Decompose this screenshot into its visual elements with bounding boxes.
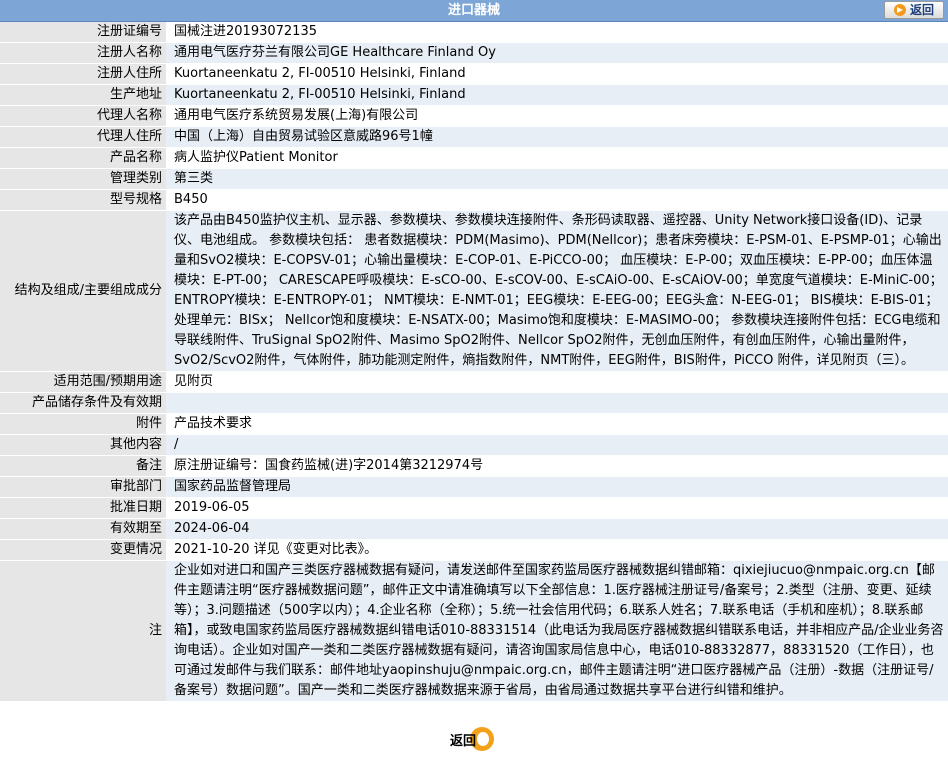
field-label: 代理人住所 xyxy=(0,126,166,148)
field-value: Kuortaneenkatu 2, FI-00510 Helsinki, Fin… xyxy=(166,63,948,85)
table-row: 注企业如对进口和国产三类医疗器械数据有疑问，请发送邮件至国家药监局医疗器械数据纠… xyxy=(0,560,948,702)
field-value: 中国（上海）自由贸易试验区意威路96号1幢 xyxy=(166,126,948,148)
field-value: 企业如对进口和国产三类医疗器械数据有疑问，请发送邮件至国家药监局医疗器械数据纠错… xyxy=(166,560,948,702)
table-row: 变更情况 2021-10-20 详见《变更对比表》。 xyxy=(0,539,948,561)
table-row: 注册证编号 国械注进20193072135 xyxy=(0,22,948,43)
field-label: 注册人名称 xyxy=(0,42,166,64)
field-label: 审批部门 xyxy=(0,476,166,498)
field-value: 2019-06-05 xyxy=(166,497,948,519)
field-label: 生产地址 xyxy=(0,84,166,106)
back-button-label: 返回 xyxy=(909,2,934,17)
table-row: 备注 原注册证编号：国食药监械(进)字2014第3212974号 xyxy=(0,455,948,477)
detail-table: 注册证编号 国械注进20193072135 注册人名称 通用电气医疗芬兰有限公司GE … xyxy=(0,22,948,702)
table-row: 代理人名称 通用电气医疗系统贸易发展(上海)有限公司 xyxy=(0,105,948,127)
field-label: 附件 xyxy=(0,413,166,435)
field-value xyxy=(166,392,948,414)
table-row: 结构及组成/主要组成成分 该产品由B450监护仪主机、显示器、参数模块、参数模块连… xyxy=(0,210,948,372)
field-value: B450 xyxy=(166,189,948,211)
field-value: 病人监护仪Patient Monitor xyxy=(166,147,948,169)
field-value: 产品技术要求 xyxy=(166,413,948,435)
field-value: 国械注进20193072135 xyxy=(166,22,948,43)
field-label: 产品储存条件及有效期 xyxy=(0,392,166,414)
field-label: 有效期至 xyxy=(0,518,166,540)
field-label: 批准日期 xyxy=(0,497,166,519)
field-value: 该产品由B450监护仪主机、显示器、参数模块、参数模块连接附件、条形码读取器、遥… xyxy=(166,210,948,372)
field-label: 其他内容 xyxy=(0,434,166,456)
field-value: 第三类 xyxy=(166,168,948,190)
field-value: 2024-06-04 xyxy=(166,518,948,540)
table-row: 产品储存条件及有效期 xyxy=(0,392,948,414)
table-row: 审批部门 国家药品监督管理局 xyxy=(0,476,948,498)
back-button-top[interactable]: 返回 xyxy=(884,1,944,19)
field-label: 型号规格 xyxy=(0,189,166,211)
page-header: 进口器械 返回 xyxy=(0,0,948,22)
field-value: 原注册证编号：国食药监械(进)字2014第3212974号 xyxy=(166,455,948,477)
page-title: 进口器械 xyxy=(447,3,500,18)
field-label: 结构及组成/主要组成成分 xyxy=(0,210,166,372)
arrow-right-icon xyxy=(893,4,906,16)
back-button-bottom[interactable]: 返回 xyxy=(450,727,495,751)
field-value: 国家药品监督管理局 xyxy=(166,476,948,498)
field-value: 通用电气医疗系统贸易发展(上海)有限公司 xyxy=(166,105,948,127)
field-value: 通用电气医疗芬兰有限公司GE Healthcare Finland Oy xyxy=(166,42,948,64)
table-row: 适用范围/预期用途 见附页 xyxy=(0,371,948,393)
field-value: 2021-10-20 详见《变更对比表》。 xyxy=(166,539,948,561)
table-row: 生产地址 Kuortaneenkatu 2, FI-00510 Helsinki,… xyxy=(0,84,948,106)
table-row: 注册人名称 通用电气医疗芬兰有限公司GE Healthcare Finland O… xyxy=(0,42,948,64)
field-label: 管理类别 xyxy=(0,168,166,190)
back-button-label: 返回 xyxy=(450,733,477,749)
field-value: 见附页 xyxy=(166,371,948,393)
table-row: 产品名称 病人监护仪Patient Monitor xyxy=(0,147,948,169)
field-label: 代理人名称 xyxy=(0,105,166,127)
field-value: Kuortaneenkatu 2, FI-00510 Helsinki, Fin… xyxy=(166,84,948,106)
table-row: 有效期至 2024-06-04 xyxy=(0,518,948,540)
field-value: / xyxy=(166,434,948,456)
table-row: 管理类别 第三类 xyxy=(0,168,948,190)
field-label: 注册人住所 xyxy=(0,63,166,85)
table-row: 注册人住所 Kuortaneenkatu 2, FI-00510 Helsinki… xyxy=(0,63,948,85)
table-row: 其他内容 / xyxy=(0,434,948,456)
table-row: 附件 产品技术要求 xyxy=(0,413,948,435)
field-label: 适用范围/预期用途 xyxy=(0,371,166,393)
table-row: 批准日期 2019-06-05 xyxy=(0,497,948,519)
table-row: 型号规格 B450 xyxy=(0,189,948,211)
field-label: 变更情况 xyxy=(0,539,166,561)
field-label: 注册证编号 xyxy=(0,22,166,43)
field-label: 注 xyxy=(0,560,166,702)
table-row: 代理人住所 中国（上海）自由贸易试验区意威路96号1幢 xyxy=(0,126,948,148)
field-label: 产品名称 xyxy=(0,147,166,169)
field-label: 备注 xyxy=(0,455,166,477)
